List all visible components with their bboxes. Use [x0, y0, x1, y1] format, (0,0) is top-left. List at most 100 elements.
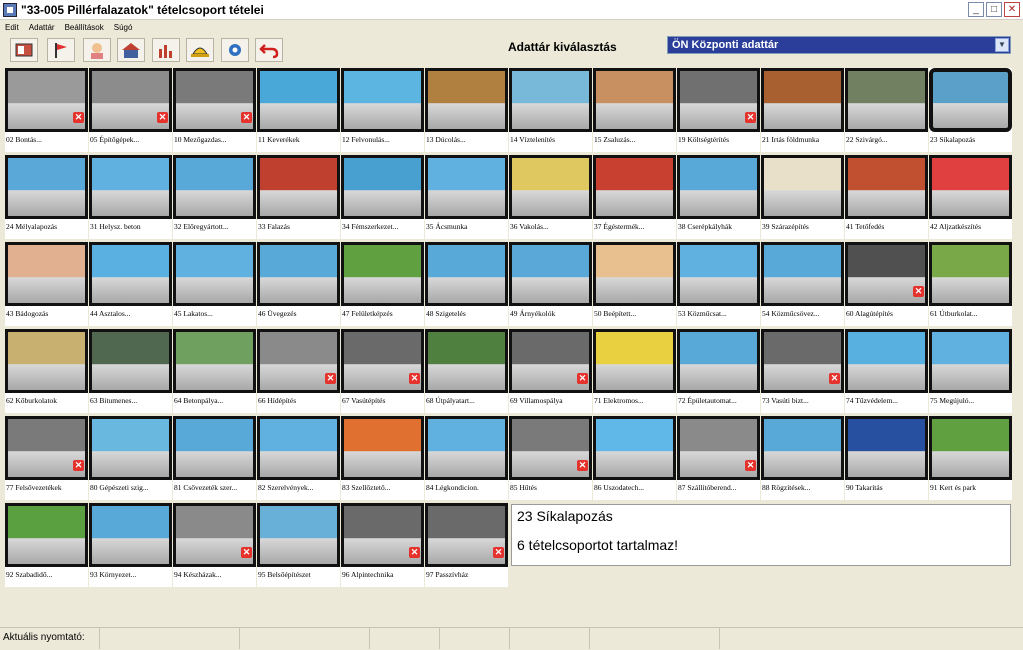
category-tile[interactable]: 35 Ácsmunka — [425, 155, 508, 239]
category-tile[interactable]: 88 Rögzítések... — [761, 416, 844, 500]
category-tile[interactable]: ✕ 10 Mezőgazdas... — [173, 68, 256, 152]
info-panel: 23 Síkalapozás 6 tételcsoportot tartalma… — [511, 504, 1011, 566]
category-tile[interactable]: 12 Felvonulás... — [341, 68, 424, 152]
category-tile[interactable]: 74 Tűzvédelem... — [845, 329, 928, 413]
building-icon — [122, 43, 140, 58]
repository-select[interactable]: ÖN Központi adattár ▼ — [667, 36, 1011, 54]
category-tile[interactable]: ✕ 05 Építőgépek... — [89, 68, 172, 152]
category-tile[interactable]: 86 Uszodatech... — [593, 416, 676, 500]
category-tile[interactable]: 21 Irtás földmunka — [761, 68, 844, 152]
category-tile[interactable]: 23 Síkalapozás — [929, 68, 1012, 152]
category-tile[interactable]: ✕ 66 Hídépítés — [257, 329, 340, 413]
category-tile[interactable]: 33 Falazás — [257, 155, 340, 239]
category-label: 13 Dúcolás... — [426, 135, 466, 144]
menu-edit[interactable]: Edit — [5, 23, 19, 32]
menu-beallitasok[interactable]: Beállítások — [65, 23, 104, 32]
category-tile[interactable]: 13 Dúcolás... — [425, 68, 508, 152]
category-tile[interactable]: ✕ 94 Készházak... — [173, 503, 256, 587]
menu-adattar[interactable]: Adattár — [29, 23, 55, 32]
category-tile[interactable]: 72 Épületautomat... — [677, 329, 760, 413]
category-label: 94 Készházak... — [174, 570, 222, 579]
category-tile[interactable]: 47 Felületképzés — [341, 242, 424, 326]
category-tile[interactable]: 38 Cserépkályhák — [677, 155, 760, 239]
category-tile[interactable]: 84 Légkondicion. — [425, 416, 508, 500]
category-tile[interactable]: ✕ 73 Vasúti bizt... — [761, 329, 844, 413]
toolbar-building-button[interactable] — [117, 38, 145, 62]
category-tile[interactable]: 49 Árnyékolók — [509, 242, 592, 326]
toolbar-settings-button[interactable] — [221, 38, 249, 62]
category-tile[interactable]: 32 Előregyártott... — [173, 155, 256, 239]
category-tile[interactable]: 95 Belsőépítészet — [257, 503, 340, 587]
category-tile[interactable]: ✕ 19 Költségtérítés — [677, 68, 760, 152]
category-thumbnail — [845, 68, 928, 132]
category-tile[interactable]: 61 Útburkolat... — [929, 242, 1012, 326]
category-tile[interactable]: 68 Útpályatart... — [425, 329, 508, 413]
minimize-button[interactable]: _ — [968, 2, 984, 17]
category-tile[interactable]: 36 Vakolás... — [509, 155, 592, 239]
category-thumbnail — [425, 155, 508, 219]
category-label: 64 Betonpálya... — [174, 396, 224, 405]
category-label: 82 Szerelvények... — [258, 483, 314, 492]
category-tile[interactable]: 50 Beépített... — [593, 242, 676, 326]
category-tile[interactable]: 63 Bitumenes... — [89, 329, 172, 413]
category-tile[interactable]: 93 Környezet... — [89, 503, 172, 587]
chevron-down-icon[interactable]: ▼ — [995, 38, 1009, 52]
category-thumbnail — [89, 155, 172, 219]
category-tile[interactable]: ✕ 87 Szállítóberend... — [677, 416, 760, 500]
category-tile[interactable]: 34 Fémszerkezet... — [341, 155, 424, 239]
category-tile[interactable]: 14 Víztelenítés — [509, 68, 592, 152]
category-tile[interactable]: ✕ 85 Hűtés — [509, 416, 592, 500]
category-tile[interactable]: 91 Kert és park — [929, 416, 1012, 500]
category-tile[interactable]: 53 Közműcsat... — [677, 242, 760, 326]
repository-select-value: ÖN Központi adattár — [672, 39, 779, 51]
title-bar[interactable]: "33-005 Pillérfalazatok" tételcsoport té… — [0, 0, 1023, 20]
toolbar-user-button[interactable] — [83, 38, 111, 62]
category-tile[interactable]: 11 Keverékek — [257, 68, 340, 152]
category-tile[interactable]: 31 Helysz. beton — [89, 155, 172, 239]
toolbar-flag-button[interactable] — [47, 38, 75, 62]
category-tile[interactable]: 92 Szabadidő... — [5, 503, 88, 587]
category-tile[interactable]: ✕ 02 Bontás... — [5, 68, 88, 152]
category-label: 90 Takarítás — [846, 483, 883, 492]
category-tile[interactable]: 54 Közműcsövez... — [761, 242, 844, 326]
category-tile[interactable]: ✕ 77 Felsővezetékek — [5, 416, 88, 500]
close-button[interactable]: ✕ — [1004, 2, 1020, 17]
category-tile[interactable]: 46 Üvegezés — [257, 242, 340, 326]
category-tile[interactable]: 43 Bádogozás — [5, 242, 88, 326]
category-tile[interactable]: 37 Égéstermék... — [593, 155, 676, 239]
category-tile[interactable]: 22 Szivárgó... — [845, 68, 928, 152]
category-tile[interactable]: 48 Szigetelés — [425, 242, 508, 326]
category-tile[interactable]: 62 Kőburkolatok — [5, 329, 88, 413]
category-tile[interactable]: 80 Gépészeti szig... — [89, 416, 172, 500]
category-tile[interactable]: 71 Elektromos... — [593, 329, 676, 413]
category-tile[interactable]: 64 Betonpálya... — [173, 329, 256, 413]
category-tile[interactable]: 42 Aljzatkészítés — [929, 155, 1012, 239]
menu-sugo[interactable]: Súgó — [114, 23, 133, 32]
unavailable-x-icon: ✕ — [493, 547, 504, 558]
category-thumbnail — [341, 68, 424, 132]
category-tile[interactable]: 45 Lakatos... — [173, 242, 256, 326]
toolbar-undo-button[interactable] — [255, 38, 283, 62]
category-tile[interactable]: 44 Asztalos... — [89, 242, 172, 326]
category-thumbnail — [593, 242, 676, 306]
category-tile[interactable]: 24 Mélyalapozás — [5, 155, 88, 239]
category-tile[interactable]: 81 Csővezeték szer... — [173, 416, 256, 500]
maximize-button[interactable]: □ — [986, 2, 1002, 17]
app-icon — [3, 2, 17, 17]
category-tile[interactable]: ✕ 96 Alpintechnika — [341, 503, 424, 587]
category-tile[interactable]: ✕ 69 Villamospálya — [509, 329, 592, 413]
category-tile[interactable]: 83 Szellőztető... — [341, 416, 424, 500]
category-tile[interactable]: ✕ 97 Passzívház — [425, 503, 508, 587]
category-tile[interactable]: 39 Szárazépítés — [761, 155, 844, 239]
category-tile[interactable]: 75 Megújuló... — [929, 329, 1012, 413]
toolbar-helmet-button[interactable] — [186, 38, 214, 62]
toolbar-chart-button[interactable] — [152, 38, 180, 62]
category-tile[interactable]: 90 Takarítás — [845, 416, 928, 500]
category-tile[interactable]: ✕ 67 Vasútépítés — [341, 329, 424, 413]
category-tile[interactable]: 41 Tetőfedés — [845, 155, 928, 239]
toolbar-book-button[interactable] — [10, 38, 38, 62]
category-tile[interactable]: ✕ 60 Alagútépítés — [845, 242, 928, 326]
category-tile[interactable]: 82 Szerelvények... — [257, 416, 340, 500]
category-tile[interactable]: 15 Zsaluzás... — [593, 68, 676, 152]
undo-arrow-icon — [259, 44, 279, 59]
